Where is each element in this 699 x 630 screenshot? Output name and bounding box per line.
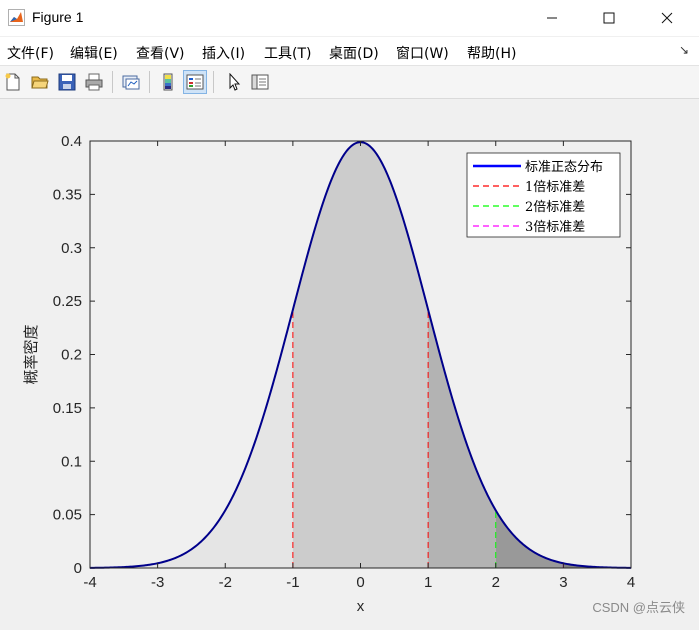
y-tick-label: 0	[74, 560, 82, 577]
maximize-button[interactable]	[582, 0, 636, 36]
y-tick-label: 0.2	[61, 347, 82, 364]
dock-arrow-icon[interactable]: ↘	[679, 43, 689, 57]
x-tick-label: 3	[559, 574, 567, 591]
menu-insert[interactable]: 插入(I)	[202, 43, 245, 63]
menu-view[interactable]: 查看(V)	[136, 43, 185, 63]
legend-label-pdf: 标准正态分布	[525, 160, 603, 175]
y-tick-label: 0.1	[61, 453, 82, 470]
x-tick-label: 2	[492, 574, 500, 591]
legend-label-sigma2: 2倍标准差	[525, 200, 585, 215]
menu-tools[interactable]: 工具(T)	[264, 43, 311, 63]
menu-bar: 文件(F) 编辑(E) 查看(V) 插入(I) 工具(T) 桌面(D) 窗口(W…	[0, 37, 699, 66]
x-tick-label: -2	[219, 574, 232, 591]
minimize-button[interactable]	[525, 0, 579, 36]
x-tick-label: 4	[627, 574, 635, 591]
window-title: Figure 1	[32, 9, 84, 25]
edit-plot-button[interactable]	[222, 70, 246, 94]
normal-distribution-chart[interactable]: -4 -3 -2 -1 0 1 2 3 4 0 0.05 0.1 0.15 0.2 0.25 0.3 0.35 0…	[0, 99, 699, 626]
legend-label-sigma1: 1倍标准差	[525, 180, 585, 195]
watermark-text: CSDN @点云侠	[592, 600, 685, 615]
print-icon	[85, 73, 103, 91]
figure-toolbar	[0, 66, 699, 99]
legend-icon	[186, 74, 204, 90]
property-inspector-icon	[251, 74, 269, 90]
close-icon	[661, 12, 673, 24]
x-tick-label: -4	[83, 574, 96, 591]
colorbar-icon	[163, 73, 173, 91]
pointer-icon	[229, 73, 241, 91]
legend-button[interactable]	[183, 70, 207, 94]
shaded-region-1	[292, 142, 429, 568]
toolbar-separator	[149, 71, 150, 93]
matlab-logo-icon	[8, 9, 25, 26]
maximize-icon	[603, 12, 615, 24]
chart-legend[interactable]: 标准正态分布 1倍标准差 2倍标准差 3倍标准差	[466, 152, 621, 238]
legend-label-sigma3: 3倍标准差	[525, 220, 585, 235]
open-file-button[interactable]	[28, 70, 52, 94]
menu-edit[interactable]: 编辑(E)	[70, 43, 118, 63]
menu-window[interactable]: 窗口(W)	[396, 43, 449, 63]
menu-file[interactable]: 文件(F)	[7, 43, 54, 63]
y-tick-label: 0.15	[53, 400, 82, 417]
x-tick-label: 1	[424, 574, 432, 591]
save-icon	[58, 73, 76, 91]
new-figure-icon	[5, 73, 20, 91]
toolbar-separator	[213, 71, 214, 93]
menu-help[interactable]: 帮助(H)	[467, 43, 516, 63]
open-file-icon	[31, 76, 49, 89]
y-tick-label: 0.25	[53, 293, 82, 310]
y-tick-label: 0.35	[53, 186, 82, 203]
title-bar: Figure 1	[0, 0, 699, 36]
colorbar-button[interactable]	[156, 70, 180, 94]
y-tick-label: 0.4	[61, 133, 82, 150]
x-axis-label: x	[357, 598, 365, 615]
x-tick-label: -1	[286, 574, 299, 591]
link-plot-button[interactable]	[119, 70, 143, 94]
figure-canvas: -4 -3 -2 -1 0 1 2 3 4 0 0.05 0.1 0.15 0.2 0.25 0.3 0.35 0…	[0, 99, 699, 626]
x-tick-label: 0	[356, 574, 364, 591]
y-tick-label: 0.3	[61, 240, 82, 257]
shaded-region-3	[495, 510, 564, 568]
y-tick-label: 0.05	[53, 507, 82, 524]
save-button[interactable]	[55, 70, 79, 94]
new-figure-button[interactable]	[1, 70, 25, 94]
close-button[interactable]	[640, 0, 694, 36]
link-plot-icon	[122, 75, 140, 90]
toolbar-separator	[112, 71, 113, 93]
y-axis-label: 概率密度	[22, 324, 40, 384]
x-tick-label: -3	[151, 574, 164, 591]
print-button[interactable]	[82, 70, 106, 94]
menu-desktop[interactable]: 桌面(D)	[329, 43, 379, 63]
property-inspector-button[interactable]	[248, 70, 272, 94]
minimize-icon	[547, 17, 557, 19]
